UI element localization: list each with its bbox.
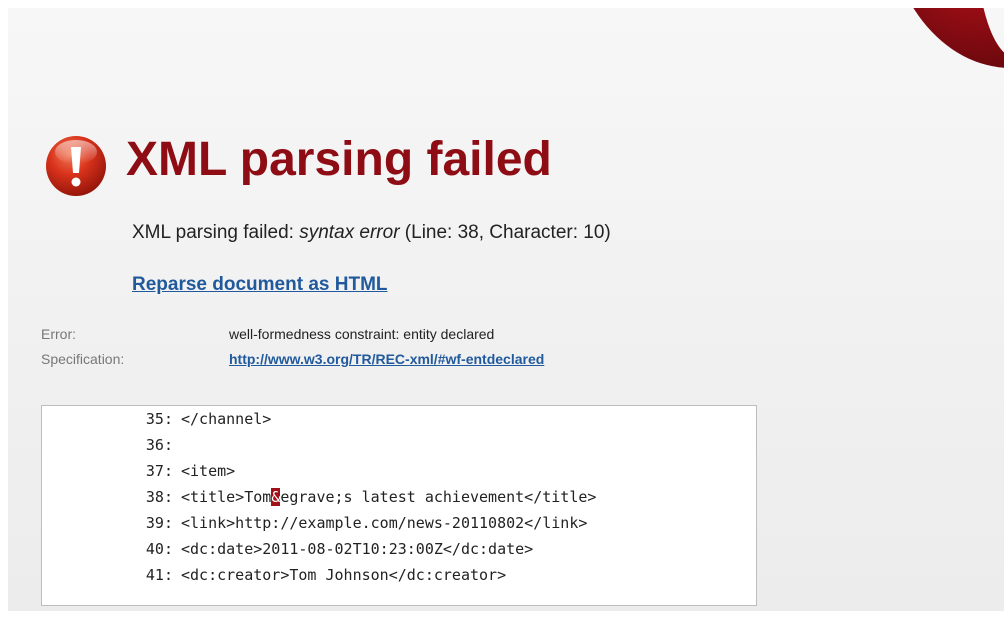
source-excerpt: 35: </channel> 36: 37: <item> 38: <title>To…: [41, 405, 757, 606]
line-number: 38:: [145, 488, 173, 506]
line-number: 39:: [145, 514, 173, 532]
error-value: well-formedness constraint: entity decla…: [229, 326, 495, 342]
line-number: 37:: [145, 462, 173, 480]
line-number: 35:: [145, 410, 173, 428]
source-line: 37: <item>: [42, 458, 235, 484]
error-character-highlight: &: [271, 488, 281, 506]
exclamation-circle-icon: [46, 136, 106, 196]
source-line: 41: <dc:creator>Tom Johnson</dc:creator>: [42, 562, 506, 588]
specification-link[interactable]: http://www.w3.org/TR/REC-xml/#wf-entdecl…: [229, 350, 544, 368]
page-title: XML parsing failed: [126, 133, 552, 186]
line-code: <link>http://example.com/news-20110802</…: [181, 514, 588, 532]
source-line: 35: </channel>: [42, 406, 271, 432]
specification-label: Specification:: [41, 351, 125, 367]
reparse-as-html-link[interactable]: Reparse document as HTML: [132, 272, 388, 298]
error-location: (Line: 38, Character: 10): [399, 222, 611, 243]
source-line-error: 38: <title>Tom&egrave;s latest achievemen…: [42, 484, 596, 510]
source-line: 36:: [42, 432, 181, 458]
opera-logo: [913, 8, 1004, 68]
line-code: <title>Tom&egrave;s latest achievement</…: [181, 488, 597, 506]
line-code: </channel>: [181, 410, 272, 428]
error-label: Error:: [41, 326, 76, 342]
line-code: <dc:date>2011-08-02T10:23:00Z</dc:date>: [181, 540, 534, 558]
error-page: XML parsing failed XML parsing failed: s…: [8, 8, 1004, 611]
line-number: 36:: [145, 436, 173, 454]
error-message: XML parsing failed: syntax error (Line: …: [132, 220, 611, 246]
line-code: <dc:creator>Tom Johnson</dc:creator>: [181, 566, 507, 584]
line-number: 40:: [145, 540, 173, 558]
error-type: syntax error: [299, 222, 400, 243]
source-line: 39: <link>http://example.com/news-2011080…: [42, 510, 587, 536]
error-message-prefix: XML parsing failed:: [132, 222, 300, 243]
source-line: 40: <dc:date>2011-08-02T10:23:00Z</dc:dat…: [42, 536, 533, 562]
line-number: 41:: [145, 566, 173, 584]
line-code: <item>: [181, 462, 236, 480]
